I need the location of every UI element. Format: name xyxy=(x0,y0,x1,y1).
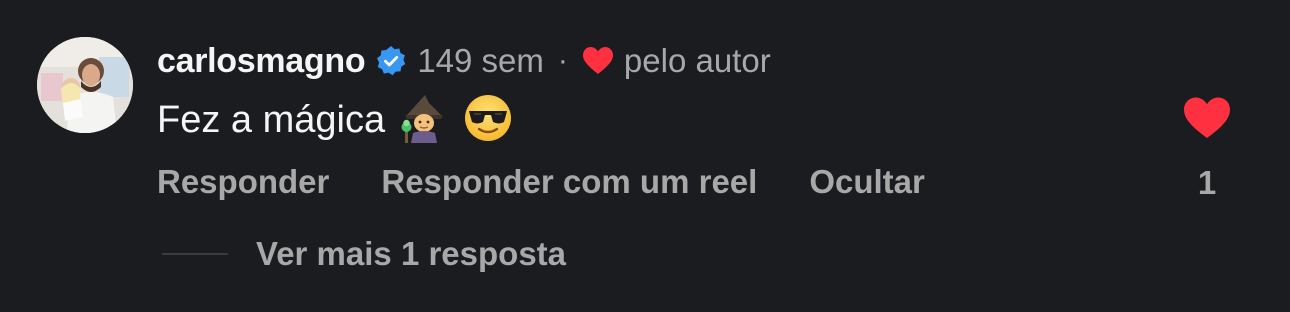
view-replies[interactable]: Ver mais 1 resposta xyxy=(162,232,566,276)
replies-divider xyxy=(162,253,228,255)
meta-separator: · xyxy=(557,44,568,77)
reply-button[interactable]: Responder xyxy=(157,163,329,201)
liked-by-author-label: pelo autor xyxy=(623,42,771,79)
username[interactable]: carlosmagno xyxy=(157,42,366,81)
avatar[interactable] xyxy=(37,37,133,133)
comment-timestamp: 149 sem xyxy=(417,42,544,79)
comment-meta: carlosmagno 149 sem · pelo autor xyxy=(157,38,771,84)
verified-badge-icon xyxy=(375,45,407,77)
heart-filled-icon[interactable] xyxy=(1183,96,1231,140)
comment-body: Fez a mágica xyxy=(157,94,513,146)
comment-text: Fez a mágica xyxy=(157,98,386,141)
reply-with-reel-button[interactable]: Responder com um reel xyxy=(381,163,757,201)
heart-icon xyxy=(582,46,614,76)
hide-button[interactable]: Ocultar xyxy=(809,163,925,201)
avatar-photo xyxy=(37,37,133,133)
comment-row: carlosmagno 149 sem · pelo autor Fez a m… xyxy=(0,0,1290,312)
view-more-replies-button[interactable]: Ver mais 1 resposta xyxy=(256,235,566,273)
mage-emoji xyxy=(399,93,449,148)
like-button[interactable] xyxy=(1178,96,1236,145)
comment-actions: Responder Responder com um reel Ocultar xyxy=(157,160,925,204)
sunglasses-emoji xyxy=(463,93,513,148)
like-count: 1 xyxy=(1197,164,1217,201)
